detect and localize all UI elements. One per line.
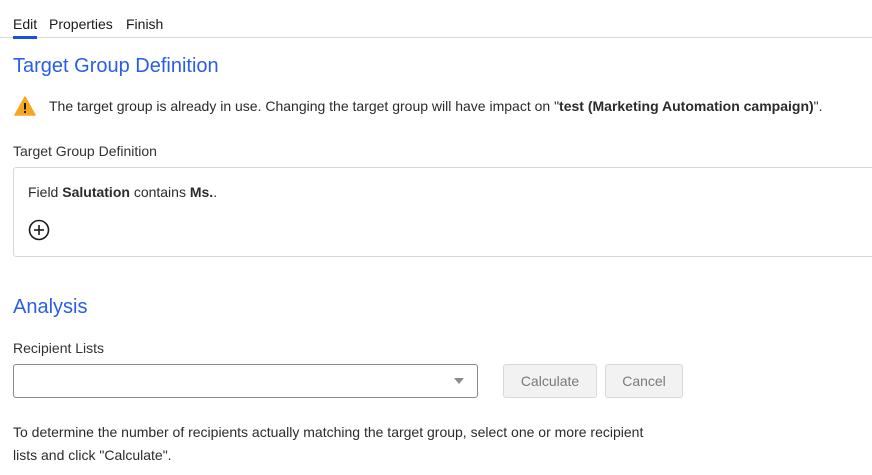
rule-value: Ms. [189,184,214,200]
tab-properties[interactable]: Properties [49,15,113,33]
rule-operator: contains [133,184,186,200]
recipient-lists-select[interactable] [13,364,478,398]
warning-message: The target group is already in use. Chan… [14,95,823,117]
warning-text-before: The target group is already in use. Chan… [49,98,560,114]
definition-box: Field Salutation contains Ms.. [13,167,872,257]
rule-line[interactable]: Field Salutation contains Ms.. [28,184,217,200]
tab-finish[interactable]: Finish [126,15,163,33]
target-group-definition-title: Target Group Definition [13,55,219,77]
recipient-lists-label: Recipient Lists [13,340,105,356]
target-group-definition-label: Target Group Definition [13,143,157,159]
tab-edit[interactable]: Edit [13,15,38,39]
tab-bar: Edit Properties Finish [0,0,872,39]
rule-suffix: . [213,184,218,200]
cancel-button[interactable]: Cancel [605,364,683,398]
campaign-name: test (Marketing Automation campaign) [559,98,814,114]
warning-text-after: ". [813,98,823,114]
rule-field: Salutation [62,184,130,200]
plus-circle-icon[interactable] [28,219,50,241]
chevron-down-icon [454,378,464,384]
warning-icon [14,96,36,116]
help-text: To determine the number of recipients ac… [13,424,644,463]
rule-prefix: Field [28,184,59,200]
analysis-title: Analysis [13,296,88,318]
warning-text: The target group is already in use. Chan… [49,98,823,114]
calculate-button[interactable]: Calculate [503,364,597,398]
